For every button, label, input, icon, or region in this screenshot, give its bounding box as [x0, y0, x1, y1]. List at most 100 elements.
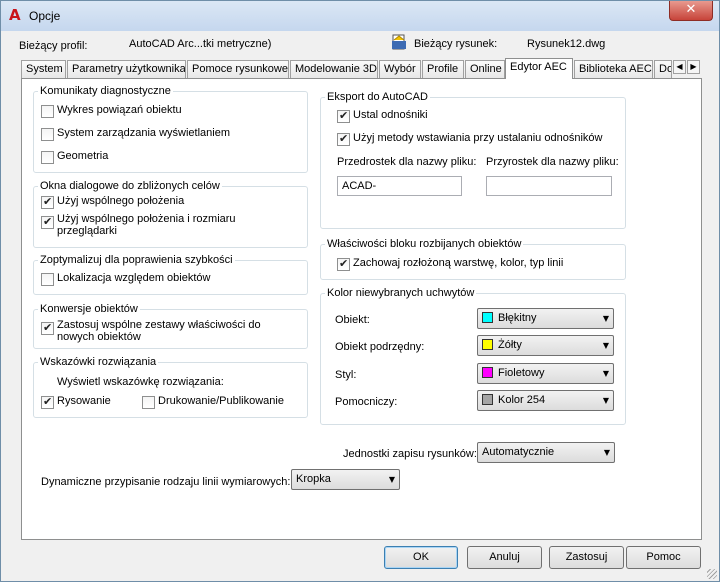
- units-label: Jednostki zapisu rysunków:: [343, 448, 477, 460]
- color-swatch-icon: [482, 339, 493, 350]
- object-relation-graph-checkbox[interactable]: [41, 105, 54, 118]
- chevron-down-icon: ▼: [602, 369, 609, 378]
- dialog-body: Bieżący profil: AutoCAD Arc...tki metryc…: [8, 31, 712, 575]
- bind-xrefs-checkbox[interactable]: [337, 109, 350, 123]
- tab-strip: System Parametry użytkownika Pomoce rysu…: [21, 58, 701, 79]
- chevron-down-icon: ▼: [602, 314, 609, 323]
- close-icon: ✕: [685, 2, 697, 17]
- conversion-group: Konwersje obiektów Zastosuj wspólne zest…: [33, 303, 308, 349]
- color-swatch-icon: [482, 312, 493, 323]
- block-properties-group: Właściwości bloku rozbijanych obiektów Z…: [320, 238, 626, 280]
- tab-3d-modeling[interactable]: Modelowanie 3D: [290, 60, 378, 78]
- insert-method-label: Użyj metody wstawiania przy ustalaniu od…: [353, 132, 603, 144]
- resize-grip-icon[interactable]: [707, 569, 717, 579]
- drawing-hints-label: Rysowanie: [57, 395, 111, 407]
- apply-button[interactable]: Zastosuj: [549, 546, 624, 569]
- dialogs-group: Okna dialogowe do zbliżonych celów Użyj …: [33, 180, 308, 248]
- grip-auxiliary-dropdown[interactable]: Kolor 254 ▼: [477, 390, 614, 411]
- tab-system[interactable]: System: [21, 60, 66, 78]
- apply-property-sets-checkbox[interactable]: [41, 321, 54, 335]
- window-title: Opcje: [29, 9, 61, 23]
- dimension-assignment-label: Dynamiczne przypisanie rodzaju linii wym…: [41, 476, 291, 488]
- display-system-label: System zarządzania wyświetlaniem: [57, 127, 231, 139]
- diagnostics-title: Komunikaty diagnostyczne: [38, 85, 173, 97]
- common-position-size-checkbox[interactable]: [41, 215, 54, 229]
- conversion-title: Konwersje obiektów: [38, 303, 140, 315]
- chevron-down-icon: ▼: [603, 448, 610, 457]
- plot-publish-hints-checkbox[interactable]: [142, 396, 155, 409]
- object-relative-location-checkbox[interactable]: [41, 273, 54, 286]
- suffix-label: Przyrostek dla nazwy pliku:: [486, 156, 619, 168]
- diagnostics-group: Komunikaty diagnostyczne Wykres powiązań…: [33, 85, 308, 173]
- tab-drafting[interactable]: Pomoce rysunkowe: [187, 60, 289, 78]
- drawing-value: Rysunek12.dwg: [527, 38, 606, 50]
- grip-object-dropdown[interactable]: Błękitny ▼: [477, 308, 614, 329]
- export-title: Eksport do AutoCAD: [325, 91, 430, 103]
- tab-user-settings[interactable]: Parametry użytkownika: [67, 60, 186, 78]
- grip-style-label: Styl:: [335, 369, 357, 381]
- grip-subobject-dropdown[interactable]: Żółty ▼: [477, 335, 614, 356]
- block-properties-title: Właściwości bloku rozbijanych obiektów: [325, 238, 524, 250]
- color-swatch-icon: [482, 394, 493, 405]
- ok-button[interactable]: OK: [384, 546, 458, 569]
- suffix-input[interactable]: [486, 176, 612, 196]
- object-relation-graph-label: Wykres powiązań obiektu: [57, 104, 182, 116]
- units-dropdown[interactable]: Automatycznie ▼: [477, 442, 615, 463]
- options-dialog: A Opcje ✕ Bieżący profil: AutoCAD Arc...…: [0, 0, 720, 582]
- tab-selection[interactable]: Wybór: [379, 60, 421, 78]
- hints-group: Wskazówki rozwiązania Wyświetl wskazówkę…: [33, 356, 308, 418]
- keep-exploded-props-checkbox[interactable]: [337, 257, 350, 271]
- drawing-hints-checkbox[interactable]: [41, 395, 54, 409]
- tab-aec-editor[interactable]: Edytor AEC: [505, 58, 573, 79]
- display-system-checkbox[interactable]: [41, 128, 54, 141]
- dimension-assignment-dropdown[interactable]: Kropka ▼: [291, 469, 400, 490]
- apply-property-sets-label: Zastosuj wspólne zestawy właściwości do …: [57, 319, 261, 343]
- units-value: Automatycznie: [482, 446, 555, 458]
- plot-publish-hints-label: Drukowanie/Publikowanie: [158, 395, 284, 407]
- chevron-down-icon: ▼: [602, 341, 609, 350]
- geometry-label: Geometria: [57, 150, 109, 162]
- prefix-label: Przedrostek dla nazwy pliku:: [337, 156, 477, 168]
- grip-subobject-label: Obiekt podrzędny:: [335, 341, 425, 353]
- profile-value: AutoCAD Arc...tki metryczne): [129, 38, 272, 50]
- grip-colors-group: Kolor niewybranych uchwytów Obiekt: Błęk…: [320, 287, 626, 425]
- grip-object-label: Obiekt:: [335, 314, 370, 326]
- cancel-button[interactable]: Anuluj: [467, 546, 542, 569]
- grip-auxiliary-label: Pomocniczy:: [335, 396, 398, 408]
- keep-exploded-props-label: Zachowaj rozłożoną warstwę, kolor, typ l…: [353, 257, 564, 269]
- aec-editor-panel: Komunikaty diagnostyczne Wykres powiązań…: [21, 78, 702, 540]
- dialogs-title: Okna dialogowe do zbliżonych celów: [38, 180, 222, 192]
- tab-aec-library[interactable]: Biblioteka AEC: [574, 60, 653, 78]
- title-bar[interactable]: A Opcje ✕: [1, 1, 719, 31]
- grip-style-value: Fioletowy: [498, 367, 545, 379]
- profile-label: Bieżący profil:: [19, 40, 88, 52]
- grip-subobject-value: Żółty: [498, 339, 522, 351]
- hints-sub-label: Wyświetl wskazówkę rozwiązania:: [57, 376, 224, 388]
- tab-scroll-right-icon[interactable]: ▶: [687, 60, 700, 74]
- chevron-down-icon: ▼: [388, 475, 395, 484]
- grip-auxiliary-value: Kolor 254: [498, 394, 546, 406]
- prefix-input[interactable]: ACAD-: [337, 176, 462, 196]
- tab-scroll-left-icon[interactable]: ◀: [673, 60, 686, 74]
- tab-profiles[interactable]: Profile: [422, 60, 464, 78]
- hints-title: Wskazówki rozwiązania: [38, 356, 159, 368]
- common-position-checkbox[interactable]: [41, 195, 54, 209]
- help-button[interactable]: Pomoc: [626, 546, 701, 569]
- drawing-label: Bieżący rysunek:: [414, 38, 498, 50]
- grip-object-value: Błękitny: [498, 312, 537, 324]
- geometry-checkbox[interactable]: [41, 151, 54, 164]
- autocad-logo-icon: A: [9, 6, 21, 24]
- dimension-assignment-value: Kropka: [296, 473, 331, 485]
- bind-xrefs-label: Ustal odnośniki: [353, 109, 428, 121]
- common-position-size-label: Użyj wspólnego położenia i rozmiaru prze…: [57, 213, 236, 237]
- close-button[interactable]: ✕: [669, 1, 713, 21]
- object-relative-location-label: Lokalizacja względem obiektów: [57, 272, 211, 284]
- tab-online[interactable]: Online: [465, 60, 505, 78]
- optimize-title: Zoptymalizuj dla poprawienia szybkości: [38, 254, 235, 266]
- grip-style-dropdown[interactable]: Fioletowy ▼: [477, 363, 614, 384]
- tab-partial[interactable]: Do: [654, 60, 672, 78]
- insert-method-checkbox[interactable]: [337, 132, 350, 146]
- color-swatch-icon: [482, 367, 493, 378]
- chevron-down-icon: ▼: [602, 396, 609, 405]
- common-position-label: Użyj wspólnego położenia: [57, 195, 185, 207]
